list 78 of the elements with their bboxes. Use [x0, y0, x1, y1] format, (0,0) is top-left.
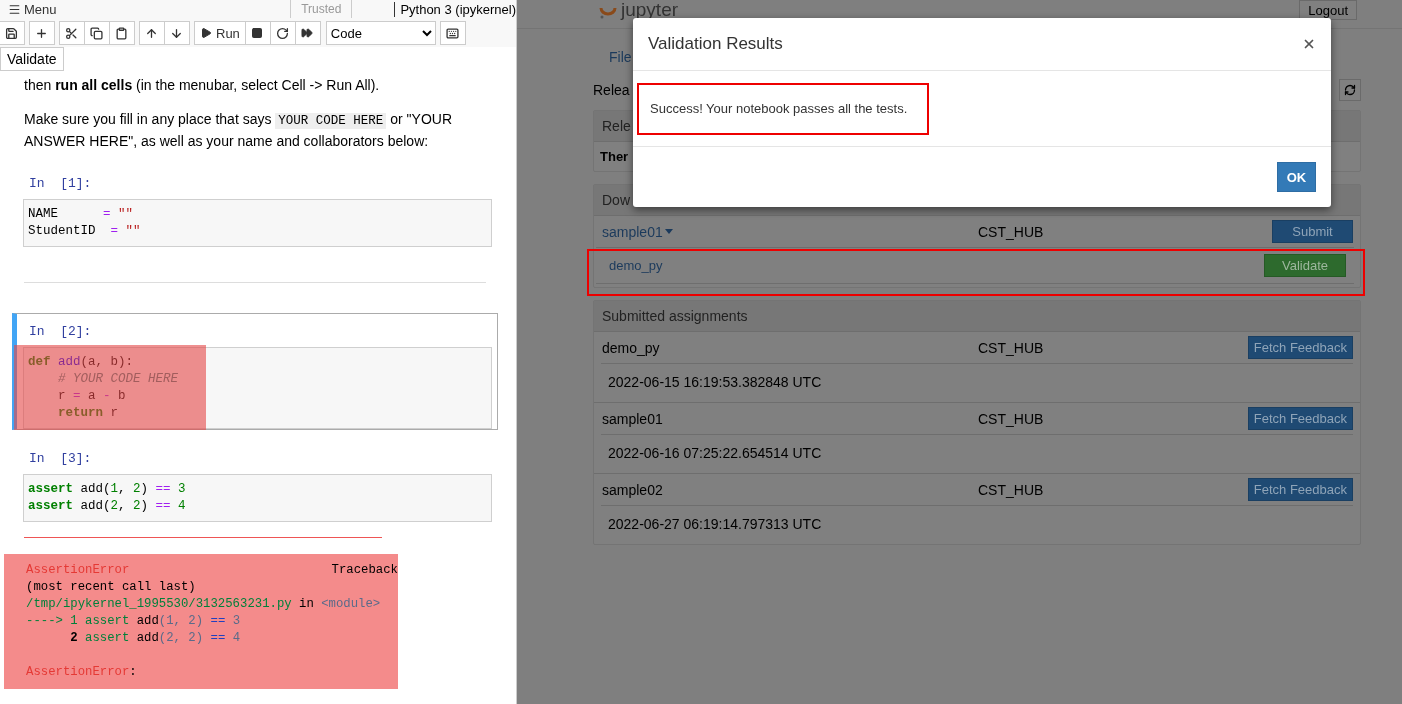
cell-prompt: In [1]:: [28, 176, 93, 193]
ok-button[interactable]: OK: [1277, 162, 1316, 192]
close-icon: [1302, 37, 1316, 51]
jupyter-logo: jupyter: [599, 0, 679, 20]
close-button[interactable]: [1302, 37, 1316, 51]
fetch-feedback-button[interactable]: Fetch Feedback: [1247, 407, 1353, 430]
traceback-line: 2 assert add(2, 2) == 4: [69, 630, 242, 647]
assignment-link[interactable]: sample01: [602, 223, 978, 240]
selected-code-cell[interactable]: In [2]: def add(a, b): # YOUR CODE HERE r = a - b return r: [12, 313, 498, 430]
validate-button[interactable]: Validate: [0, 47, 64, 71]
stop-icon: [250, 27, 263, 39]
validate-button[interactable]: Validate: [1264, 254, 1346, 277]
menu-icon: [8, 2, 21, 16]
add-cell-button[interactable]: [29, 21, 55, 45]
assignment-name: sample02: [602, 481, 664, 498]
paste-button[interactable]: [109, 21, 135, 45]
error-message: AssertionError:: [26, 664, 138, 681]
menu-button[interactable]: Menu: [8, 1, 57, 17]
arrow-up-icon: [145, 26, 158, 40]
arrow-down-icon: [170, 26, 183, 40]
submission-timestamp: 2022-06-15 16:19:53.382848 UTC: [601, 363, 1353, 402]
cell-type-dropdown[interactable]: Code: [325, 21, 436, 45]
panel-title: Rele: [602, 118, 631, 134]
refresh-icon: [1344, 84, 1356, 96]
fast-forward-button[interactable]: [294, 21, 321, 45]
released-label: Relea: [593, 82, 630, 98]
move-down-button[interactable]: [164, 21, 190, 45]
error-name: AssertionError: [26, 562, 130, 579]
instruction-text: Make sure you fill in any place that says YOUR CODE HERE or "YOUR ANSWER HERE", as well as your name and collaborators below:: [23, 110, 454, 151]
restart-button[interactable]: [269, 21, 296, 45]
code-input[interactable]: def add(a, b): # YOUR CODE HERE r = a - b return r: [23, 347, 492, 429]
traceback-label: Traceback: [331, 562, 398, 579]
submission-timestamp: 2022-06-16 07:25:22.654514 UTC: [601, 434, 1353, 473]
move-up-button[interactable]: [139, 21, 165, 45]
clipboard-icon: [115, 26, 128, 40]
fetch-feedback-button[interactable]: Fetch Feedback: [1247, 336, 1353, 359]
course-name: CST_HUB: [978, 223, 1045, 240]
save-icon: [5, 26, 18, 40]
panel-header: Submitted assignments: [594, 301, 1360, 332]
cut-button[interactable]: [59, 21, 85, 45]
instruction-text: then run all cells (in the menubar, select Cell -> Run All).: [23, 76, 381, 95]
code-input[interactable]: NAME = "" StudentID = "": [23, 199, 492, 247]
save-button[interactable]: [0, 21, 25, 45]
fast-forward-icon: [300, 27, 313, 39]
submission-timestamp: 2022-06-27 06:19:14.797313 UTC: [601, 505, 1353, 544]
plus-icon: [35, 26, 48, 40]
files-tab[interactable]: File: [609, 49, 632, 65]
cell-prompt: In [2]:: [28, 324, 93, 341]
traceback-line: ----> 1 assert add(1, 2) == 3: [26, 613, 242, 630]
assignment-name: demo_py: [602, 339, 661, 356]
dialog-title: Validation Results: [648, 34, 783, 54]
fetch-feedback-button[interactable]: Fetch Feedback: [1247, 478, 1353, 501]
traceback-line: /tmp/ipykernel_1995530/3132563231.py in <module>: [26, 596, 382, 613]
kernel-name[interactable]: Python 3 (ipykernel): [394, 1, 516, 17]
stop-button[interactable]: [244, 21, 271, 45]
cell-prompt: In [3]:: [28, 451, 93, 468]
scissors-icon: [65, 26, 78, 40]
play-icon: [200, 27, 212, 39]
success-message: Success! Your notebook passes all the tests.: [637, 83, 929, 135]
panel-title: Dow: [602, 192, 630, 208]
run-button[interactable]: Run: [194, 21, 246, 45]
traceback-line: (most recent call last): [26, 579, 197, 596]
keyboard-button[interactable]: [439, 21, 466, 45]
logout-button[interactable]: Logout: [1299, 0, 1357, 20]
course-name: CST_HUB: [978, 481, 1045, 498]
notebook-link[interactable]: demo_py: [609, 258, 663, 273]
code-input[interactable]: assert add(1, 2) == 3 assert add(2, 2) == 4: [23, 474, 492, 522]
submit-button[interactable]: Submit: [1272, 220, 1353, 243]
restart-icon: [275, 26, 289, 40]
panel-message: Ther: [600, 149, 629, 164]
course-name: CST_HUB: [978, 339, 1045, 356]
refresh-button[interactable]: [1339, 79, 1361, 101]
caret-icon: [664, 229, 673, 234]
copy-button[interactable]: [84, 21, 110, 45]
keyboard-icon: [445, 26, 459, 40]
course-name: CST_HUB: [978, 410, 1045, 427]
assignment-name: sample01: [602, 410, 664, 427]
copy-icon: [90, 26, 103, 40]
